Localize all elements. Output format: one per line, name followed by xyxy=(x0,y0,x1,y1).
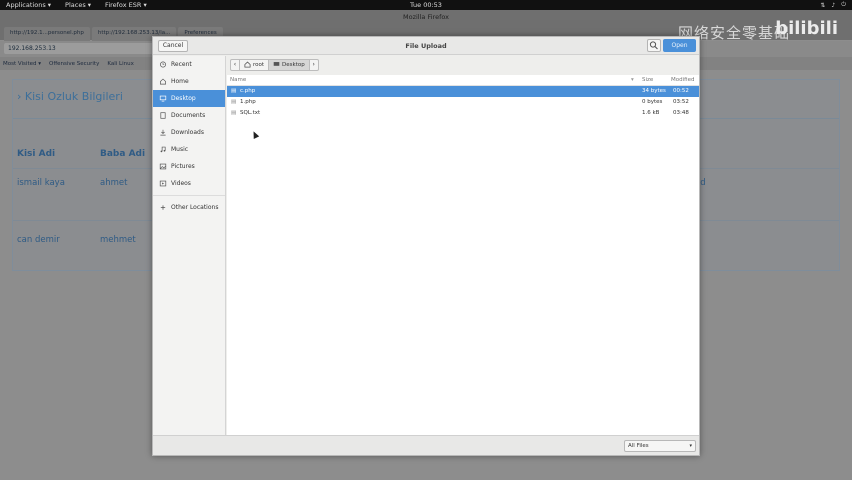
file-size: 0 bytes xyxy=(642,99,663,105)
sidebar-item-pictures[interactable]: Pictures xyxy=(153,158,225,175)
search-icon xyxy=(649,41,658,50)
path-desktop-label: Desktop xyxy=(282,61,305,68)
volume-icon[interactable]: ♪ xyxy=(831,2,835,9)
clock-icon xyxy=(160,61,166,68)
places-sidebar: Recent Home Desktop Documents Downloads … xyxy=(153,56,226,436)
sidebar-item-label: Downloads xyxy=(171,129,204,136)
path-desktop-button[interactable]: Desktop xyxy=(269,58,310,71)
cell-name: can demir xyxy=(17,235,60,245)
sidebar-item-label: Pictures xyxy=(171,163,195,170)
page-heading: › Kisi Ozluk Bilgileri xyxy=(17,90,123,103)
file-row-sql-txt[interactable]: ▤ SQL.txt 1.6 kB 03:48 xyxy=(227,108,699,119)
dialog-title: File Upload xyxy=(405,42,447,50)
file-modified: 03:48 xyxy=(673,110,689,116)
sidebar-separator xyxy=(153,195,225,196)
places-menu[interactable]: Places ▾ xyxy=(65,1,91,9)
desktop-icon xyxy=(159,95,167,102)
sidebar-item-desktop[interactable]: Desktop xyxy=(153,90,225,107)
file-name: SQL.txt xyxy=(240,110,261,116)
chevron-left-icon: ‹ xyxy=(233,60,237,68)
sort-arrow-icon: ▾ xyxy=(631,77,634,83)
column-name[interactable]: Name xyxy=(230,77,246,83)
path-root-button[interactable]: root xyxy=(240,58,270,71)
home-icon xyxy=(244,61,251,68)
picture-icon xyxy=(159,163,167,170)
dialog-header: Cancel File Upload Open xyxy=(153,37,699,55)
file-icon: ▤ xyxy=(231,110,237,116)
file-row-c-php[interactable]: ▤ c.php 34 bytes 00:52 xyxy=(227,86,699,97)
applications-menu[interactable]: Applications ▾ xyxy=(6,1,51,9)
column-baba-adi: Baba Adi xyxy=(100,149,146,159)
file-icon: ▤ xyxy=(231,88,237,94)
chevron-down-icon: ▾ xyxy=(689,443,692,449)
filter-label: All Files xyxy=(628,443,649,449)
file-size: 34 bytes xyxy=(642,88,666,94)
plus-icon xyxy=(160,205,166,210)
open-button[interactable]: Open xyxy=(663,39,696,52)
cell-father: ahmet xyxy=(100,178,128,188)
file-name: 1.php xyxy=(240,99,256,105)
sidebar-item-downloads[interactable]: Downloads xyxy=(153,124,225,141)
file-modified: 03:52 xyxy=(673,99,689,105)
dialog-footer: All Files ▾ xyxy=(153,435,699,455)
cell-name: ismail kaya xyxy=(17,178,65,188)
home-icon xyxy=(160,78,166,85)
window-title: Mozilla Firefox xyxy=(403,13,449,21)
desktop-icon xyxy=(273,62,280,66)
file-icon: ▤ xyxy=(231,99,237,105)
sidebar-item-label: Videos xyxy=(171,180,191,187)
file-list-header: Name ▾ Size Modified xyxy=(227,75,699,86)
bookmark-most-visited[interactable]: Most Visited ▾ xyxy=(3,61,41,67)
sidebar-item-label: Recent xyxy=(171,61,192,68)
sidebar-item-label: Other Locations xyxy=(171,204,219,211)
column-modified[interactable]: Modified xyxy=(671,77,694,83)
sidebar-item-label: Desktop xyxy=(171,95,196,102)
network-icon[interactable]: ⇅ xyxy=(820,2,825,9)
search-button[interactable] xyxy=(647,39,661,52)
file-row-1-php[interactable]: ▤ 1.php 0 bytes 03:52 xyxy=(227,97,699,108)
firefox-app-menu[interactable]: Firefox ESR ▾ xyxy=(105,1,147,9)
cell-father: mehmet xyxy=(100,235,136,245)
sidebar-item-label: Home xyxy=(171,78,189,85)
bookmark-kali-linux[interactable]: Kali Linux xyxy=(107,61,134,67)
video-icon xyxy=(159,180,167,187)
path-root-label: root xyxy=(253,61,265,68)
column-size[interactable]: Size xyxy=(642,77,653,83)
file-type-filter[interactable]: All Files ▾ xyxy=(624,440,696,452)
power-icon[interactable]: ⏻ xyxy=(841,1,846,9)
path-bar: ‹ root Desktop › xyxy=(230,58,319,71)
file-size: 1.6 kB xyxy=(642,110,660,116)
column-kisi-adi: Kisi Adi xyxy=(17,149,56,159)
sidebar-item-label: Documents xyxy=(171,112,206,119)
sidebar-item-other-locations[interactable]: Other Locations xyxy=(153,199,225,216)
sidebar-item-label: Music xyxy=(171,146,189,153)
sidebar-item-music[interactable]: Music xyxy=(153,141,225,158)
system-tray: ⇅ ♪ ⏻ xyxy=(820,0,846,10)
sidebar-item-recent[interactable]: Recent xyxy=(153,56,225,73)
bilibili-logo: bilibili xyxy=(775,18,838,39)
download-icon xyxy=(160,129,166,136)
bookmark-offensive-security[interactable]: Offensive Security xyxy=(49,61,99,67)
chevron-right-icon: › xyxy=(312,60,315,68)
sidebar-item-home[interactable]: Home xyxy=(153,73,225,90)
file-modified: 00:52 xyxy=(673,88,689,94)
path-back-button[interactable]: ‹ xyxy=(230,58,240,71)
file-upload-dialog: Cancel File Upload Open Recent Home Desk… xyxy=(152,36,700,456)
system-top-panel: Applications ▾ Places ▾ Firefox ESR ▾ Tu… xyxy=(0,0,852,10)
music-icon xyxy=(160,146,166,153)
path-forward-button[interactable]: › xyxy=(309,58,319,71)
url-bar[interactable]: 192.168.253.13 xyxy=(4,43,154,54)
file-list: Name ▾ Size Modified ▤ c.php 34 bytes 00… xyxy=(227,75,699,437)
sidebar-item-videos[interactable]: Videos xyxy=(153,175,225,192)
tab-personel[interactable]: http://192.1...personel.php xyxy=(4,27,90,41)
document-icon xyxy=(160,112,166,119)
file-name: c.php xyxy=(240,88,256,94)
sidebar-item-documents[interactable]: Documents xyxy=(153,107,225,124)
